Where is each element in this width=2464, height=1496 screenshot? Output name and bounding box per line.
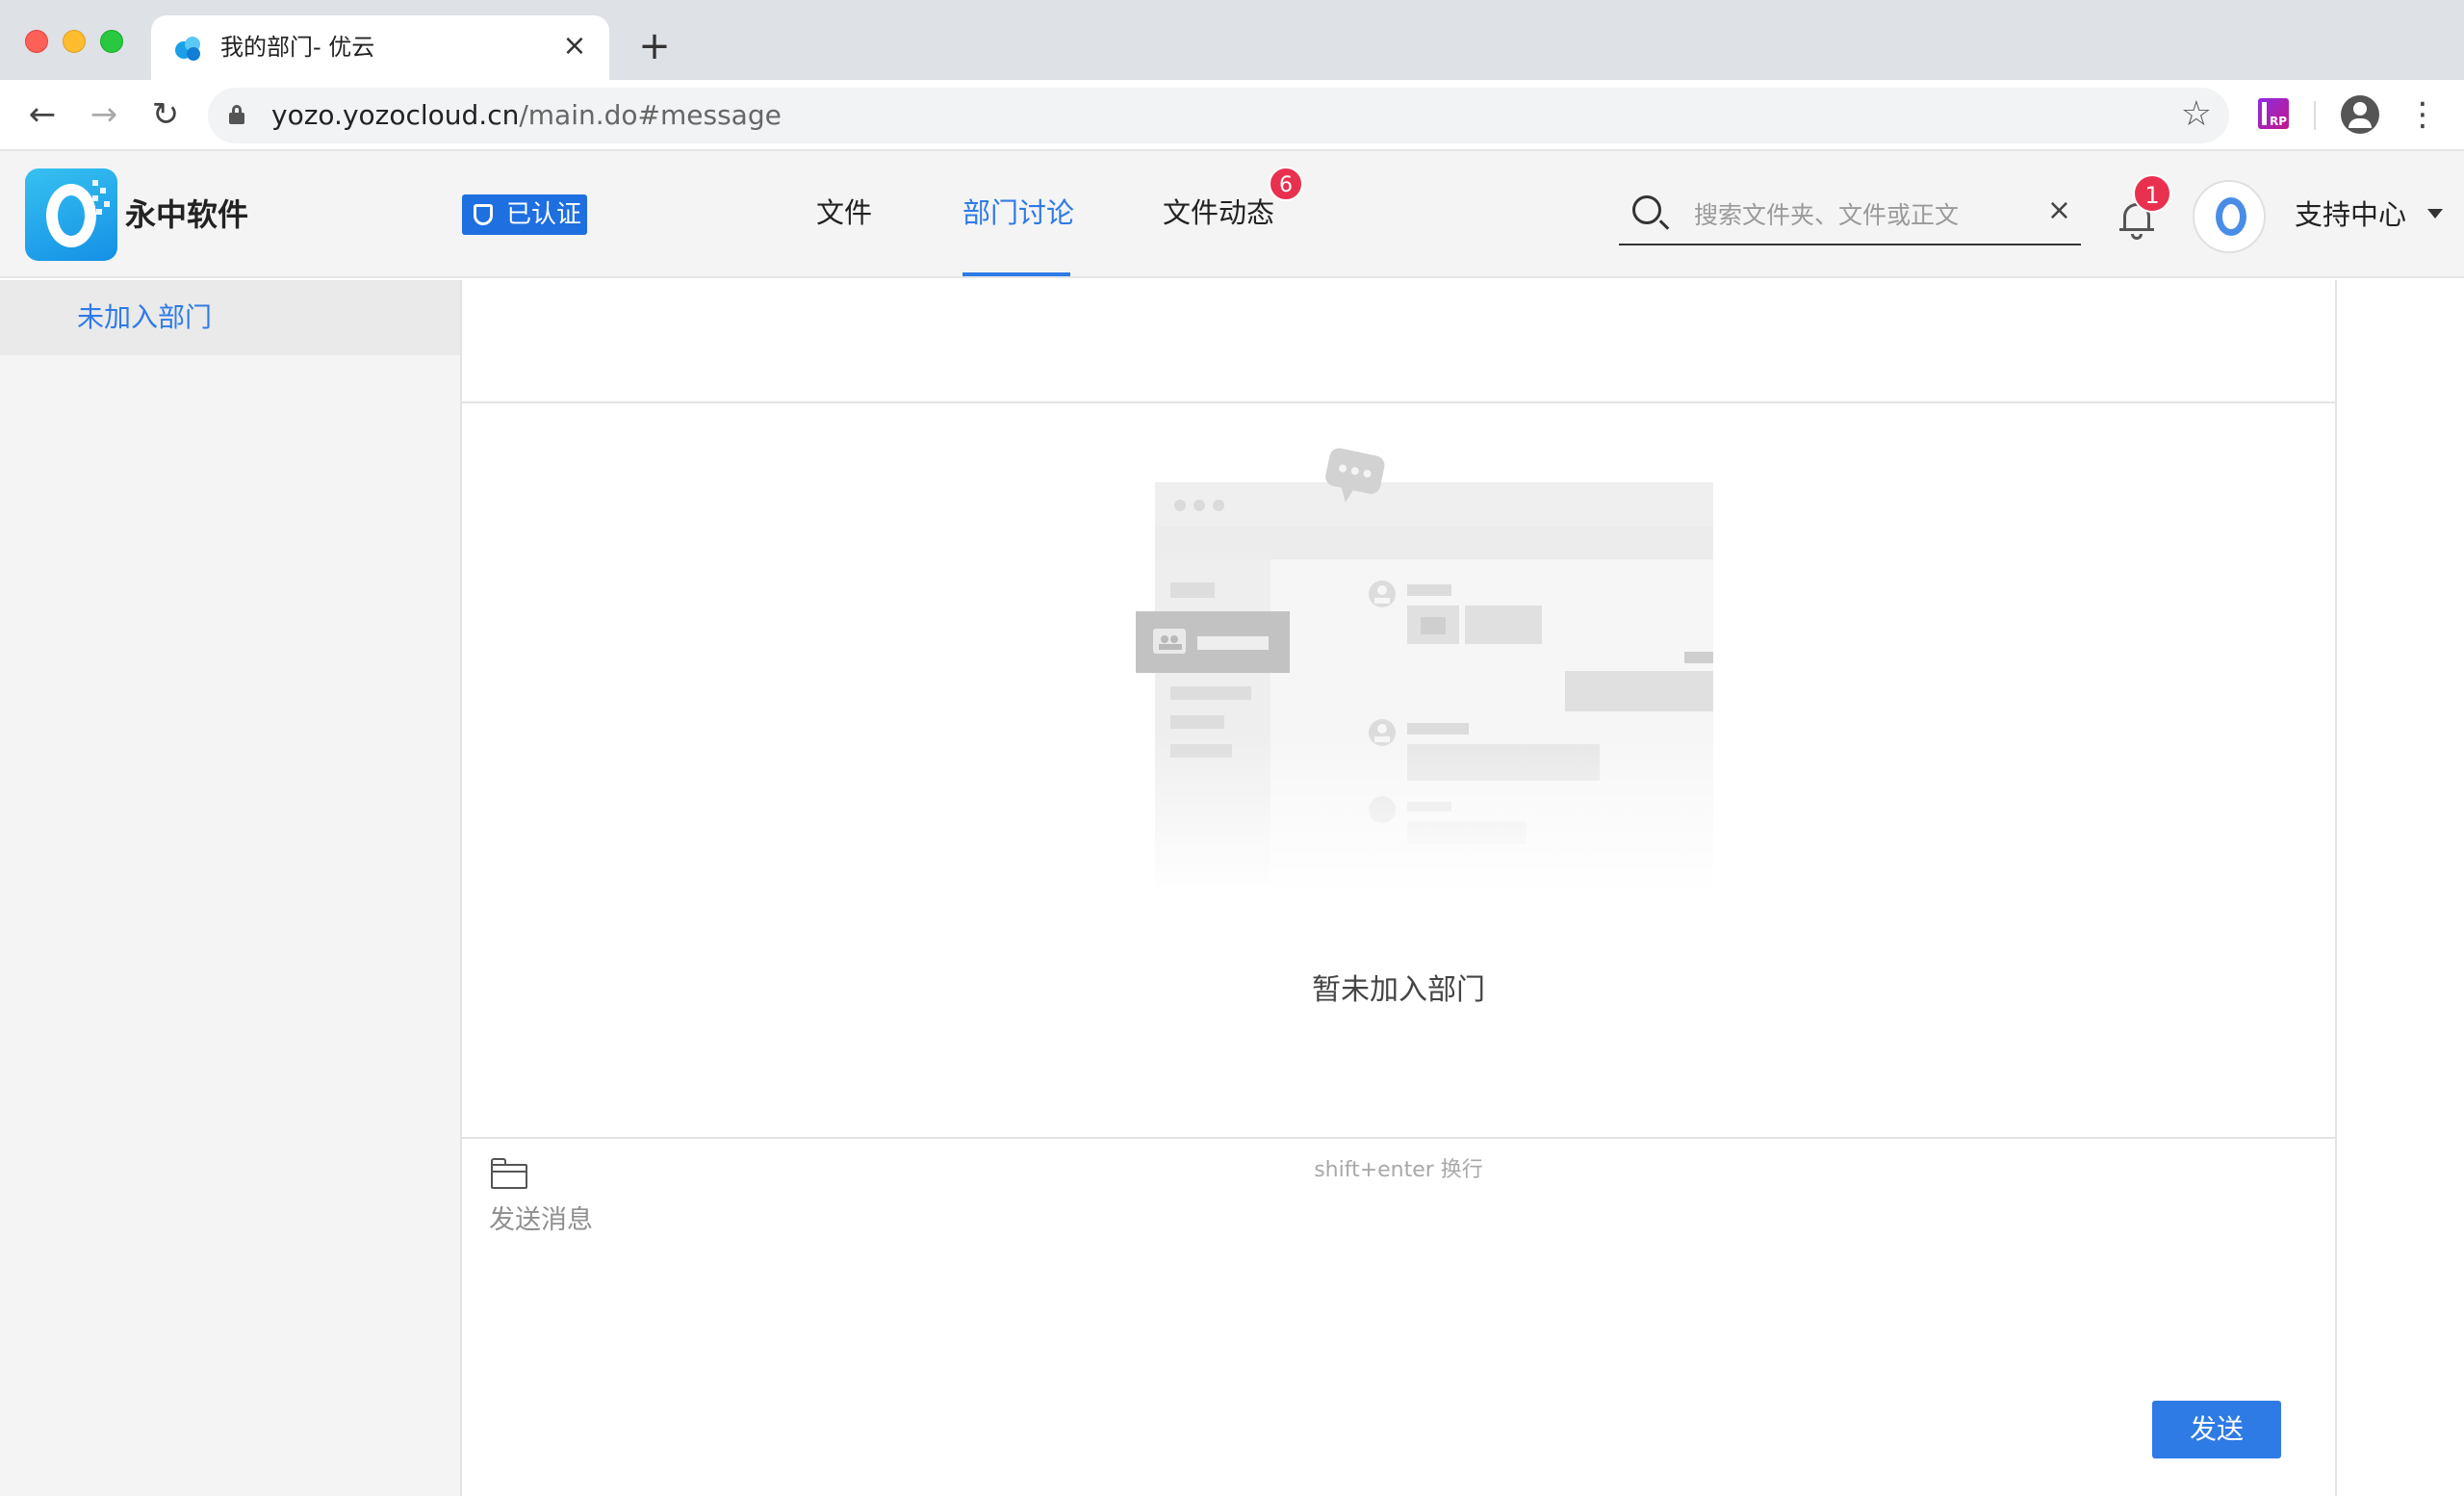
- yozo-cloud-favicon-icon: [175, 37, 200, 61]
- address-bar[interactable]: yozo.yozocloud.cn/main.do#message ☆: [208, 88, 2229, 143]
- sidebar-item-label: 未加入部门: [77, 301, 213, 333]
- toolbar-divider: [2314, 101, 2316, 130]
- browser-tab-active[interactable]: 我的部门- 优云 ×: [151, 15, 609, 80]
- empty-department-illustration: [1116, 448, 1713, 896]
- discussion-panel: 暂未加入部门 shift+enter 换行 发送: [460, 280, 2337, 1496]
- message-input[interactable]: [489, 1202, 2279, 1395]
- app-header: 永中软件 已认证 文件 部门讨论 文件动态 6 × 1 支持中心: [0, 151, 2464, 278]
- yozo-logo-icon[interactable]: [25, 168, 117, 261]
- discussion-header-area: [462, 280, 2335, 403]
- account-name[interactable]: 支持中心: [2295, 195, 2406, 234]
- verified-label: 已认证: [506, 200, 582, 229]
- search-input[interactable]: [1694, 197, 2021, 232]
- search-box: ×: [1619, 190, 2081, 245]
- axure-extension-icon[interactable]: RP: [2258, 98, 2289, 129]
- extension-label: RP: [2269, 115, 2287, 128]
- forward-arrow-icon[interactable]: →: [83, 93, 125, 136]
- sidebar-item-not-joined[interactable]: 未加入部门: [0, 280, 460, 355]
- tab-files[interactable]: 文件: [816, 193, 872, 232]
- tab-title: 我的部门- 优云: [220, 34, 375, 61]
- tab-department-discussion[interactable]: 部门讨论: [962, 193, 1074, 232]
- search-icon[interactable]: [1632, 195, 1661, 224]
- tab-close-icon[interactable]: ×: [557, 29, 592, 64]
- tab-file-activity[interactable]: 文件动态: [1163, 193, 1274, 232]
- empty-state-message: 暂未加入部门: [1312, 973, 1485, 1007]
- verified-badge[interactable]: 已认证: [462, 194, 587, 235]
- reload-icon[interactable]: ↻: [144, 93, 187, 136]
- new-tab-button[interactable]: +: [635, 27, 674, 65]
- shield-icon: [474, 204, 493, 225]
- chevron-down-icon[interactable]: [2427, 209, 2443, 219]
- browser-profile-icon[interactable]: [2341, 95, 2379, 134]
- minimize-window-button[interactable]: [63, 30, 86, 53]
- url-text[interactable]: yozo.yozocloud.cn/main.do#message: [271, 98, 782, 133]
- back-arrow-icon[interactable]: ←: [21, 93, 64, 136]
- message-composer: shift+enter 换行 发送: [462, 1137, 2335, 1496]
- file-activity-count-badge: 6: [1269, 167, 1303, 201]
- lock-icon[interactable]: [229, 105, 244, 124]
- browser-tabstrip: 我的部门- 优云 × +: [0, 0, 2464, 80]
- bookmark-star-icon[interactable]: ☆: [2181, 95, 2212, 134]
- browser-menu-icon[interactable]: ⋮: [2406, 93, 2439, 136]
- maximize-window-button[interactable]: [100, 30, 123, 53]
- search-clear-icon[interactable]: ×: [2047, 195, 2071, 226]
- brand-name: 永中软件: [125, 196, 249, 233]
- active-tab-indicator: [962, 272, 1070, 276]
- url-path: /main.do#message: [519, 99, 782, 131]
- url-host: yozo.yozocloud.cn: [271, 99, 520, 131]
- avatar[interactable]: [2193, 180, 2266, 253]
- right-gutter: [2337, 280, 2464, 1496]
- notification-count-badge: 1: [2133, 174, 2171, 213]
- send-button[interactable]: 发送: [2152, 1401, 2281, 1458]
- close-window-button[interactable]: [25, 30, 48, 53]
- sidebar: 未加入部门: [0, 280, 460, 1496]
- browser-toolbar: ← → ↻ yozo.yozocloud.cn/main.do#message …: [0, 80, 2464, 151]
- newline-hint: shift+enter 换行: [1314, 1158, 1483, 1182]
